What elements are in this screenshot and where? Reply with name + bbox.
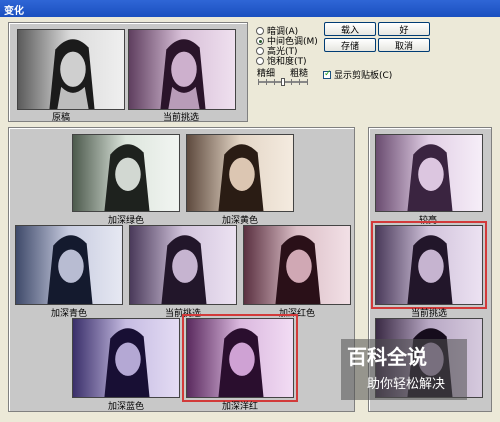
slider-tick [299,79,300,85]
brightness-current-pick[interactable] [371,221,487,309]
cancel-button[interactable]: 取消 [378,38,430,52]
original-label: 原稿 [52,113,71,123]
variant-more-yellow[interactable] [186,134,294,212]
slider-tick [307,79,308,85]
title-bar: 变化 [0,0,500,17]
original-thumbnail [17,29,125,110]
variant-more-green[interactable] [72,134,180,212]
show-clipping-label: 显示剪贴板(C) [334,71,393,81]
slider-tick [266,79,267,85]
radio-indicator [256,56,264,65]
variant-more-red[interactable] [243,225,351,305]
variant-more-magenta[interactable] [182,314,298,402]
show-clipping-checkbox[interactable]: 显示剪贴板(C) [323,68,392,81]
ok-button[interactable]: 好 [378,22,430,36]
slider-tick [291,79,292,85]
slider-thumb[interactable] [281,78,285,86]
slider-tick [258,79,259,85]
variant-more-magenta-label: 加深洋红 [222,402,259,412]
current-pick-label: 当前挑选 [163,113,200,123]
variant-current-pick[interactable] [129,225,237,305]
slider-tick [274,79,275,85]
current-pick-thumbnail [128,29,236,110]
variant-more-blue-label: 加深蓝色 [108,402,145,412]
save-button[interactable]: 存储 [324,38,376,52]
watermark-main-text: 百科全说 [347,345,427,369]
checkbox-box [323,69,332,79]
variant-more-cyan[interactable] [15,225,123,305]
brightness-lighter[interactable] [375,134,483,212]
watermark-sub-text: 助你轻松解决 [367,377,446,392]
watermark-overlay: 百科全说 助你轻松解决 [341,339,467,400]
fine-coarse-slider[interactable] [258,78,308,86]
window-title: 变化 [4,6,24,17]
load-button[interactable]: 载入 [324,22,376,36]
variant-more-blue[interactable] [72,318,180,398]
